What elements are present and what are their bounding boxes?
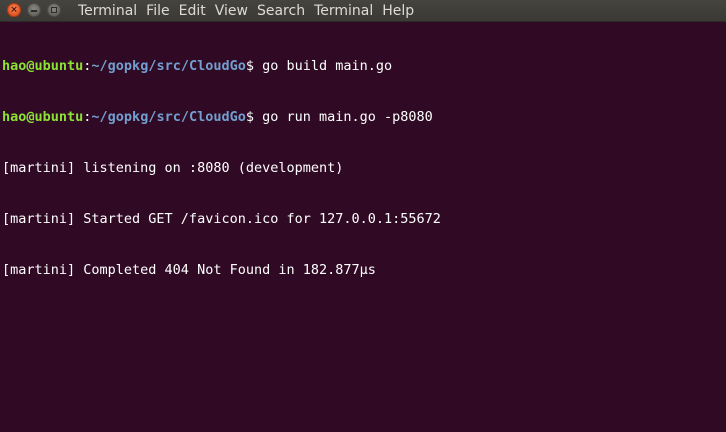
- terminal-line-output: [martini] Completed 404 Not Found in 182…: [2, 262, 376, 278]
- terminal-window: × Terminal File Edit View Search Termina…: [0, 0, 726, 432]
- menu-item-file[interactable]: File: [146, 3, 169, 19]
- menu-bar: × Terminal File Edit View Search Termina…: [0, 0, 726, 22]
- minimize-icon: [31, 10, 37, 12]
- menu-item-view[interactable]: View: [215, 3, 248, 19]
- app-title: Terminal: [78, 3, 138, 19]
- terminal-line-output: [martini] Started GET /favicon.ico for 1…: [2, 211, 441, 227]
- menu-item-edit[interactable]: Edit: [179, 3, 206, 19]
- terminal-line-prompt: hao@ubuntu:~/gopkg/src/CloudGo$ go build…: [2, 58, 724, 75]
- terminal-line-output: [martini] listening on :8080 (developmen…: [2, 160, 344, 176]
- prompt-symbol: $: [245, 58, 263, 74]
- prompt-user-host: hao@ubuntu: [2, 109, 84, 125]
- prompt-command: go build main.go: [262, 58, 393, 74]
- terminal-line-prompt: hao@ubuntu:~/gopkg/src/CloudGo$ go run m…: [2, 109, 724, 126]
- menu-item-help[interactable]: Help: [382, 3, 414, 19]
- maximize-icon: [51, 7, 57, 13]
- menu-item-terminal[interactable]: Terminal: [314, 3, 373, 19]
- terminal-output[interactable]: hao@ubuntu:~/gopkg/src/CloudGo$ go build…: [2, 24, 724, 430]
- prompt-path: ~/gopkg/src/CloudGo: [91, 109, 246, 125]
- prompt-symbol: $: [245, 109, 263, 125]
- prompt-command: go run main.go -p8080: [262, 109, 433, 125]
- menu: Terminal File Edit View Search Terminal …: [78, 0, 423, 22]
- prompt-user-host: hao@ubuntu: [2, 58, 84, 74]
- prompt-path: ~/gopkg/src/CloudGo: [91, 58, 246, 74]
- minimize-button[interactable]: [27, 3, 41, 17]
- menu-item-search[interactable]: Search: [257, 3, 305, 19]
- close-icon: ×: [10, 5, 18, 15]
- maximize-button[interactable]: [47, 3, 61, 17]
- close-button[interactable]: ×: [7, 3, 21, 17]
